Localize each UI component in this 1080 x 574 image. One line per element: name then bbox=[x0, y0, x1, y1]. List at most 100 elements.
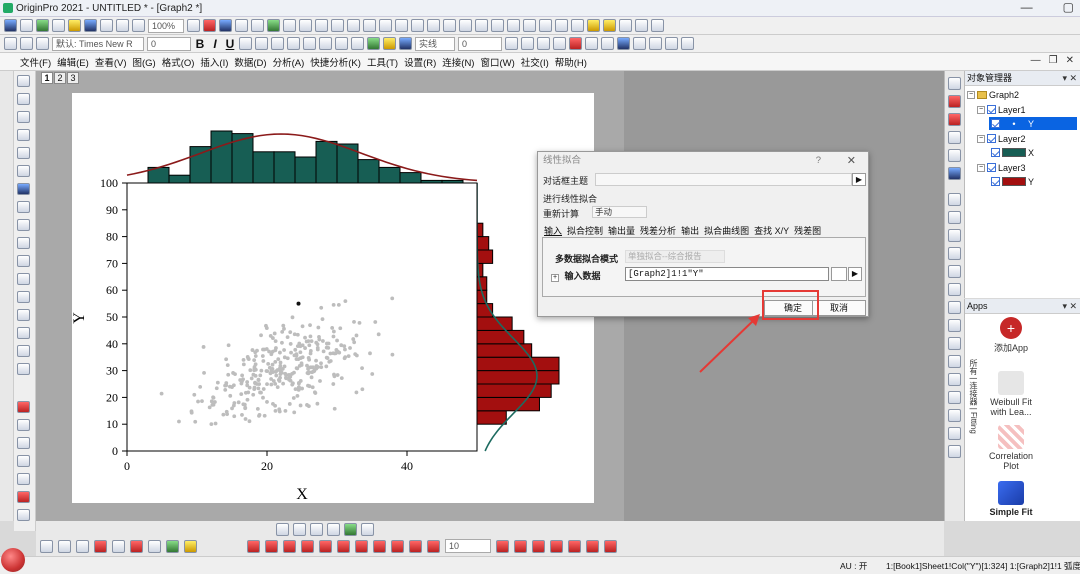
grid-tool-icon[interactable] bbox=[17, 509, 30, 521]
app-weibull-fit[interactable]: Weibull Fit with Lea... bbox=[981, 371, 1041, 417]
save-icon[interactable] bbox=[84, 19, 97, 32]
plot-checkbox[interactable] bbox=[991, 119, 1000, 128]
menu-view[interactable]: 查看(V) bbox=[95, 55, 127, 69]
peak-icon[interactable] bbox=[948, 113, 961, 126]
tab-output[interactable]: 输出 bbox=[681, 224, 699, 237]
subscript-icon[interactable] bbox=[255, 37, 268, 50]
panel-icon-5[interactable] bbox=[948, 265, 961, 278]
3d-plot-icon[interactable] bbox=[112, 539, 125, 553]
code-builder-icon[interactable] bbox=[203, 19, 216, 32]
bottom-icon-5[interactable] bbox=[344, 523, 357, 536]
menu-social[interactable]: 社交(I) bbox=[521, 55, 549, 69]
print-icon[interactable] bbox=[116, 19, 129, 32]
layer1-checkbox[interactable] bbox=[987, 105, 996, 114]
bitmap-icon[interactable] bbox=[17, 327, 30, 339]
line-tool-icon[interactable] bbox=[17, 273, 30, 285]
collapse-toggle-icon[interactable]: − bbox=[977, 134, 985, 143]
underline-button[interactable]: U bbox=[224, 37, 236, 51]
grid-tool-4-icon[interactable] bbox=[550, 539, 563, 553]
font-select[interactable]: 默认: Times New R bbox=[52, 36, 144, 51]
line-chart-icon[interactable] bbox=[491, 19, 504, 32]
plot-checkbox[interactable] bbox=[991, 148, 1000, 157]
panel-icon-4[interactable] bbox=[948, 247, 961, 260]
pie-chart-icon[interactable] bbox=[459, 19, 472, 32]
size-select[interactable]: 10 bbox=[445, 539, 491, 553]
arrow-tool-2-icon[interactable] bbox=[265, 539, 278, 553]
line-symbol-icon[interactable] bbox=[76, 539, 89, 553]
panel-icon-11[interactable] bbox=[948, 373, 961, 386]
layer-tab-3[interactable]: 3 bbox=[67, 72, 79, 84]
stamp-icon[interactable] bbox=[17, 491, 30, 503]
align-center-icon[interactable] bbox=[335, 37, 348, 50]
font-color-icon[interactable] bbox=[351, 37, 364, 50]
font-size-select[interactable]: 0 bbox=[147, 36, 191, 51]
start-orb-icon[interactable] bbox=[1, 548, 25, 572]
project-explorer-icon[interactable] bbox=[251, 19, 264, 32]
pattern-icon[interactable] bbox=[383, 37, 396, 50]
bottom-icon-3[interactable] bbox=[310, 523, 323, 536]
menu-edit[interactable]: 编辑(E) bbox=[57, 55, 89, 69]
bottom-icon-2[interactable] bbox=[293, 523, 306, 536]
menu-graph[interactable]: 图(G) bbox=[132, 55, 155, 69]
new-graph-icon[interactable] bbox=[36, 19, 49, 32]
add-graph-icon[interactable] bbox=[17, 345, 30, 357]
stack-chart-icon[interactable] bbox=[411, 19, 424, 32]
plot-checkbox[interactable] bbox=[991, 177, 1000, 186]
maximize-button[interactable]: ▢ bbox=[1063, 0, 1074, 14]
menu-format[interactable]: 格式(O) bbox=[162, 55, 195, 69]
arrow-left-icon[interactable] bbox=[523, 19, 536, 32]
new-project-icon[interactable] bbox=[4, 19, 17, 32]
new-workbook-icon[interactable] bbox=[20, 19, 33, 32]
arrow-right-icon[interactable] bbox=[539, 19, 552, 32]
region-select-icon[interactable] bbox=[17, 183, 30, 195]
hand-tool-icon[interactable] bbox=[17, 309, 30, 321]
minimize-button[interactable]: — bbox=[1021, 0, 1033, 14]
tree-item-graph[interactable]: − Graph2 bbox=[967, 88, 1019, 101]
rotate-icon[interactable] bbox=[681, 37, 694, 50]
column-chart-icon[interactable] bbox=[379, 19, 392, 32]
zoom-out-icon[interactable] bbox=[17, 111, 30, 123]
tab-residual-analysis[interactable]: 残差分析 bbox=[640, 224, 676, 237]
align-icon[interactable] bbox=[649, 37, 662, 50]
gradient-fill-icon[interactable] bbox=[553, 37, 566, 50]
dialog-theme-select[interactable] bbox=[595, 173, 852, 186]
back-icon[interactable] bbox=[601, 37, 614, 50]
polar-icon[interactable] bbox=[148, 539, 161, 553]
command-window-icon[interactable] bbox=[235, 19, 248, 32]
column-plot-icon[interactable] bbox=[94, 539, 107, 553]
menu-window[interactable]: 窗口(W) bbox=[480, 55, 514, 69]
menu-connectivity[interactable]: 连接(N) bbox=[442, 55, 474, 69]
line-color-icon[interactable] bbox=[399, 37, 412, 50]
menu-analysis[interactable]: 分析(A) bbox=[273, 55, 305, 69]
italic-button[interactable]: I bbox=[209, 37, 221, 51]
arrow-tool-10-icon[interactable] bbox=[409, 539, 422, 553]
panel-icon-2[interactable] bbox=[948, 211, 961, 224]
undo-icon[interactable] bbox=[4, 37, 17, 50]
grid-tool-6-icon[interactable] bbox=[586, 539, 599, 553]
extract-graph-icon[interactable] bbox=[347, 19, 360, 32]
select-data-icon[interactable] bbox=[831, 267, 847, 281]
panel-icon-10[interactable] bbox=[948, 355, 961, 368]
input-menu-button[interactable]: ▶ bbox=[848, 267, 862, 281]
arrow-up-icon[interactable] bbox=[555, 19, 568, 32]
tab-quantities[interactable]: 输出量 bbox=[608, 224, 635, 237]
refresh-icon[interactable] bbox=[187, 19, 200, 32]
copy-page-icon[interactable] bbox=[132, 19, 145, 32]
panel-controls[interactable]: ▾ ✕ bbox=[1062, 299, 1077, 313]
grid-tool-3-icon[interactable] bbox=[532, 539, 545, 553]
open-icon[interactable] bbox=[68, 19, 81, 32]
panel-icon-1[interactable] bbox=[948, 193, 961, 206]
add-table-icon[interactable] bbox=[17, 363, 30, 375]
decrease-font-icon[interactable] bbox=[303, 37, 316, 50]
arrow-tool-7-icon[interactable] bbox=[355, 539, 368, 553]
tab-input[interactable]: 输入 bbox=[544, 224, 562, 237]
arrow-tool-9-icon[interactable] bbox=[391, 539, 404, 553]
arrow-tool-1-icon[interactable] bbox=[247, 539, 260, 553]
layer-management-icon[interactable] bbox=[948, 77, 961, 90]
expand-toggle-icon[interactable]: + bbox=[551, 274, 559, 282]
marker-icon[interactable] bbox=[17, 455, 30, 467]
panel-icon-3[interactable] bbox=[948, 229, 961, 242]
data-reader-tool-icon[interactable] bbox=[17, 147, 30, 159]
app-simple-fit[interactable]: Simple Fit bbox=[981, 481, 1041, 517]
import-icon[interactable] bbox=[100, 19, 113, 32]
